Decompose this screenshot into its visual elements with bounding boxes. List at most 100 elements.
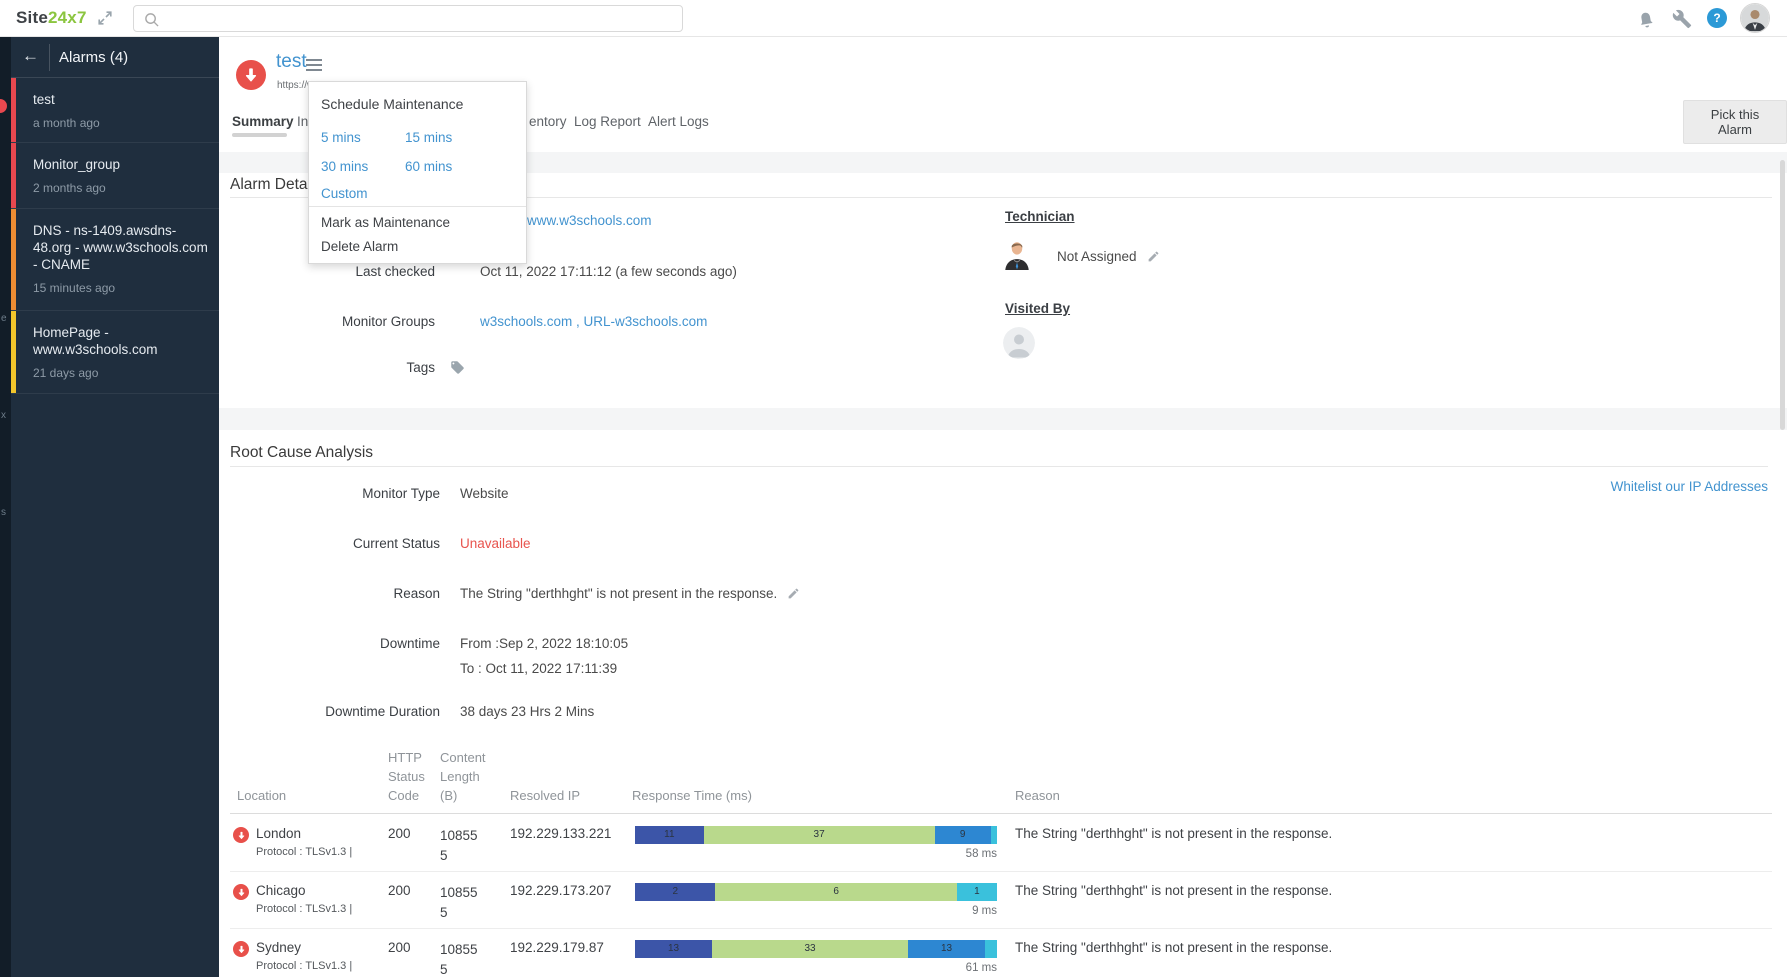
col-header-reason: Reason <box>1015 786 1060 805</box>
monitor-down-status-icon <box>236 60 266 90</box>
response-time-bar: 133313 <box>635 940 997 958</box>
reason-value: The String "derthhght" is not present in… <box>460 586 777 601</box>
notifications-bell-icon[interactable] <box>1636 9 1656 29</box>
downtime-label: Downtime <box>230 636 440 651</box>
schedule-maintenance-heading: Schedule Maintenance <box>321 96 463 112</box>
alarm-list-item[interactable]: HomePage - www.w3schools.com 21 days ago <box>11 311 219 394</box>
response-time-bar: 11379 <box>635 826 997 844</box>
maintenance-custom[interactable]: Custom <box>321 186 368 201</box>
monitor-name[interactable]: test <box>276 51 307 73</box>
pick-this-alarm-button[interactable]: Pick this Alarm <box>1683 100 1787 144</box>
downtime-duration-value: 38 days 23 Hrs 2 Mins <box>460 704 594 719</box>
logo-text-green: 24x7 <box>48 8 87 27</box>
alarm-list-item[interactable]: DNS - ns-1409.awsdns-48.org - www.w3scho… <box>11 209 219 311</box>
alarm-item-time: 15 minutes ago <box>33 281 211 295</box>
tag-icon[interactable] <box>450 360 465 375</box>
root-cause-title: Root Cause Analysis <box>230 444 373 462</box>
alarm-list-item[interactable]: Monitor_group 2 months ago <box>11 143 219 209</box>
severity-bar <box>11 143 16 208</box>
back-arrow-icon[interactable]: ← <box>22 46 39 66</box>
technician-assignment: Not Assigned <box>1057 249 1160 264</box>
user-avatar[interactable] <box>1740 3 1770 33</box>
search-input[interactable] <box>164 7 669 30</box>
help-icon[interactable]: ? <box>1707 8 1727 28</box>
whitelist-ip-link[interactable]: Whitelist our IP Addresses <box>1611 479 1768 494</box>
downtime-from: From :Sep 2, 2022 18:10:05 <box>460 636 628 651</box>
logo-text-dark: Site <box>16 8 48 27</box>
sidebar-rail: e x s <box>0 37 11 977</box>
tab-log-report[interactable]: Log Report <box>574 114 641 129</box>
current-status-value: Unavailable <box>460 536 531 551</box>
admin-wrench-icon[interactable] <box>1672 9 1692 29</box>
row-divider <box>230 928 1772 929</box>
maintenance-15-mins[interactable]: 15 mins <box>405 130 452 145</box>
website-url-link[interactable]: www.w3schools.com <box>527 213 652 228</box>
expand-icon[interactable] <box>98 11 112 25</box>
site24x7-logo[interactable]: Site24x7 <box>16 8 87 28</box>
reason-row: The String "derthhght" is not present in… <box>460 586 800 601</box>
location-protocol: Protocol : TLSv1.3 | <box>256 846 352 858</box>
alarm-list-item[interactable]: test a month ago <box>11 78 219 143</box>
delete-alarm-item[interactable]: Delete Alarm <box>321 239 398 254</box>
alarm-item-time: 21 days ago <box>33 366 211 380</box>
severity-bar <box>11 78 16 142</box>
monitor-groups-label: Monitor Groups <box>225 314 435 329</box>
section-separator <box>219 408 1787 430</box>
response-time-total: 61 ms <box>635 962 997 974</box>
severity-bar <box>11 209 16 310</box>
location-protocol: Protocol : TLSv1.3 | <box>256 903 352 915</box>
alarm-list: test a month ago Monitor_group 2 months … <box>11 78 219 394</box>
response-time-segment: 2 <box>635 883 715 901</box>
content-length-cell: 108555 <box>440 826 484 866</box>
downtime-to: To : Oct 11, 2022 17:11:39 <box>460 661 617 676</box>
rail-glyph: s <box>1 507 6 518</box>
http-status-cell: 200 <box>388 883 411 898</box>
response-time-segment: 37 <box>704 826 935 844</box>
maintenance-60-mins[interactable]: 60 mins <box>405 159 452 174</box>
current-status-label: Current Status <box>230 536 440 551</box>
alarm-item-title: Monitor_group <box>33 156 211 173</box>
http-status-cell: 200 <box>388 826 411 841</box>
vertical-scrollbar[interactable] <box>1780 160 1785 430</box>
monitor-actions-menu-icon[interactable] <box>306 59 322 71</box>
alarms-count-title: Alarms (4) <box>59 49 128 66</box>
http-status-cell: 200 <box>388 940 411 955</box>
response-time-segment <box>985 940 997 958</box>
monitor-actions-dropdown: Schedule Maintenance 5 mins 15 mins 30 m… <box>308 81 527 264</box>
edit-technician-pencil-icon[interactable] <box>1147 250 1160 263</box>
site24x7-app: Site24x7 ? e x s ← Alarms (4) <box>0 0 1787 977</box>
response-time-total: 9 ms <box>635 905 997 917</box>
reason-cell: The String "derthhght" is not present in… <box>1015 883 1332 898</box>
severity-dot-clipped <box>0 99 7 113</box>
location-name: London <box>256 826 301 841</box>
tags-label: Tags <box>225 360 435 375</box>
mark-as-maintenance-item[interactable]: Mark as Maintenance <box>321 215 450 230</box>
search-icon <box>144 12 159 27</box>
severity-bar <box>11 311 16 393</box>
monitor-groups-links[interactable]: w3schools.com , URL-w3schools.com <box>480 314 707 329</box>
global-search <box>133 5 683 32</box>
rail-glyph: x <box>1 410 6 421</box>
tab-inventory-fragment[interactable]: entory <box>529 114 567 129</box>
monitor-type-label: Monitor Type <box>230 486 440 501</box>
alarm-item-title: DNS - ns-1409.awsdns-48.org - www.w3scho… <box>33 222 211 273</box>
response-time-segment <box>991 826 997 844</box>
location-down-status-icon <box>233 884 249 900</box>
technician-avatar <box>1002 238 1032 270</box>
rail-glyph: e <box>1 313 7 324</box>
last-checked-value: Oct 11, 2022 17:11:12 (a few seconds ago… <box>480 264 737 279</box>
resolved-ip-cell: 192.229.133.221 <box>510 826 611 841</box>
tab-alert-logs[interactable]: Alert Logs <box>648 114 709 129</box>
monitor-type-value: Website <box>460 486 509 501</box>
maintenance-30-mins[interactable]: 30 mins <box>321 159 368 174</box>
tab-summary[interactable]: Summary <box>232 114 294 129</box>
technician-heading: Technician <box>1005 209 1075 224</box>
menu-divider <box>309 206 526 207</box>
response-time-segment: 1 <box>957 883 997 901</box>
top-bar: Site24x7 ? <box>0 0 1787 37</box>
edit-reason-pencil-icon[interactable] <box>787 587 800 600</box>
response-time-bar: 261 <box>635 883 997 901</box>
maintenance-5-mins[interactable]: 5 mins <box>321 130 361 145</box>
col-header-response-time: Response Time (ms) <box>632 786 752 805</box>
location-down-status-icon <box>233 941 249 957</box>
